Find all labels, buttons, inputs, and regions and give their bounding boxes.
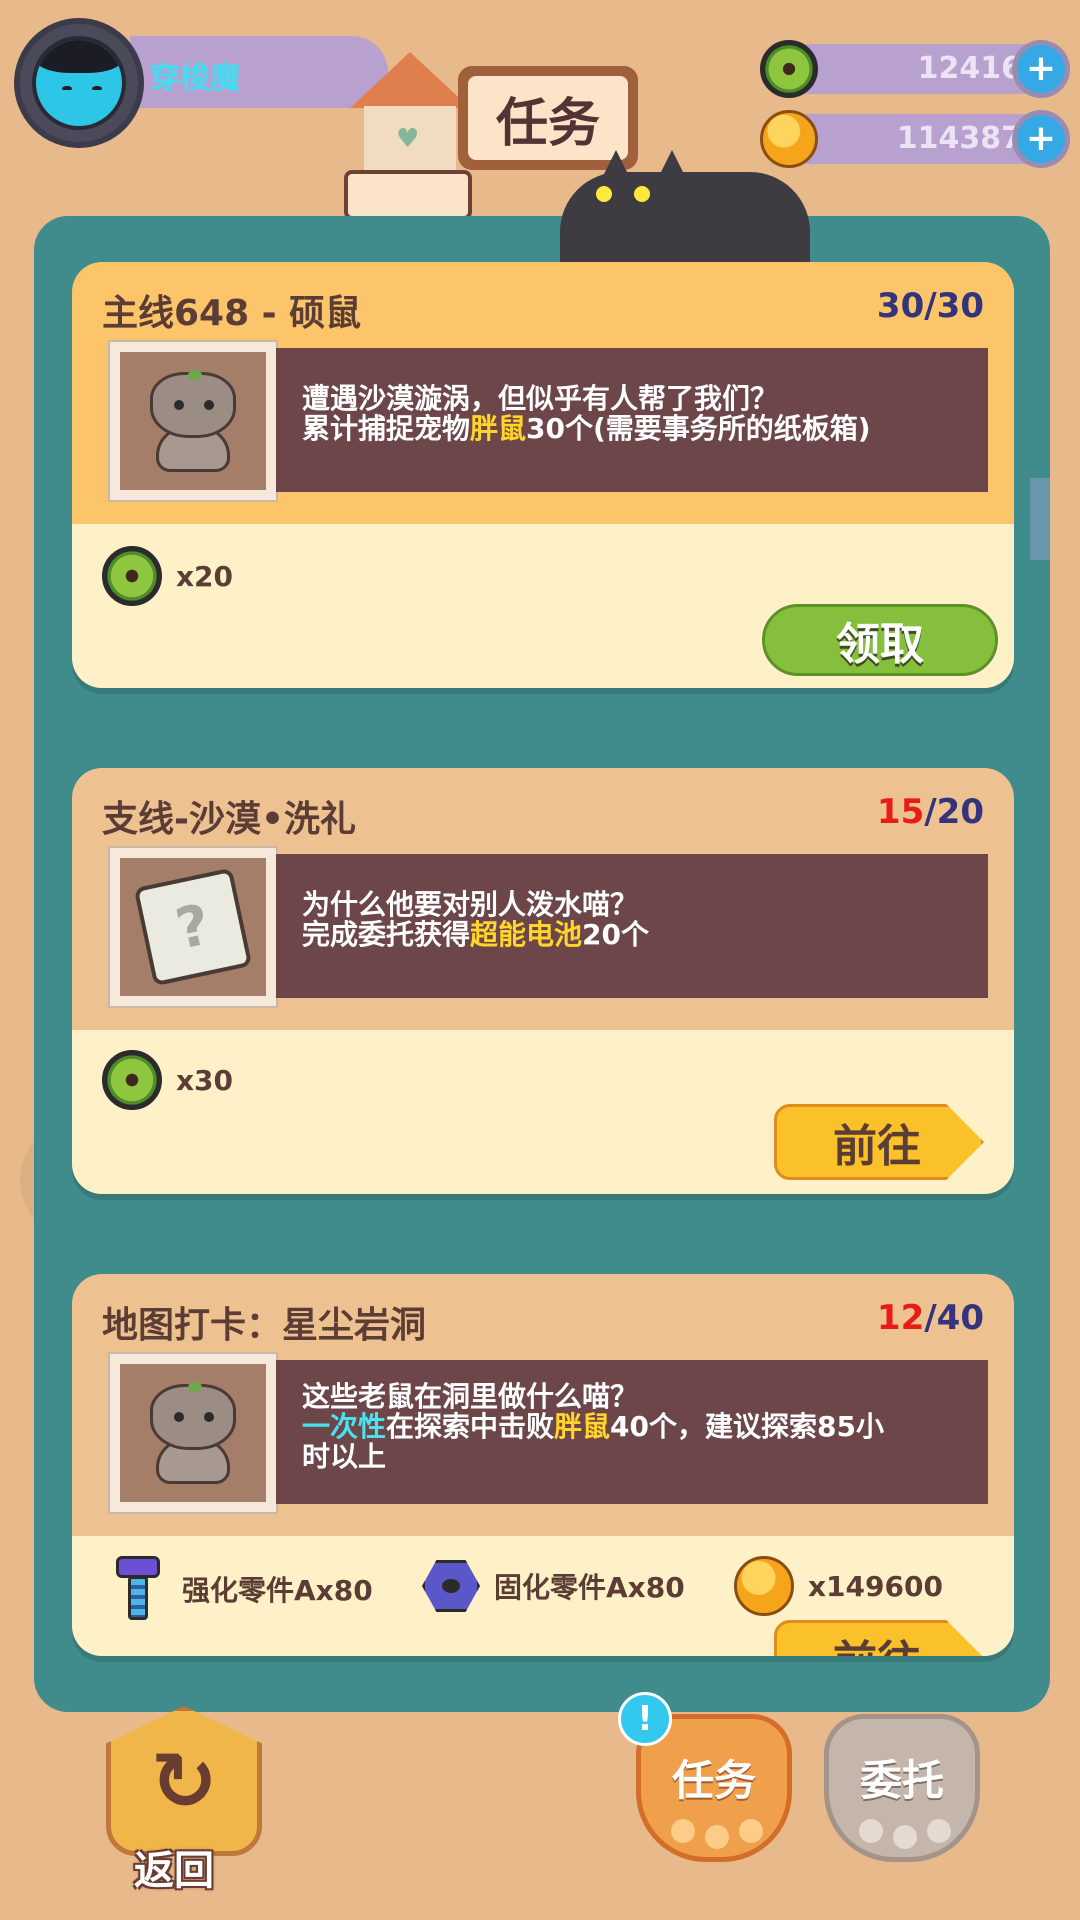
task-card-map: 地图打卡：星尘岩洞 12/40 这些老鼠在洞里做什么喵？ 一次性在探索中击败胖鼠… xyxy=(72,1274,1014,1656)
plus-icon: + xyxy=(1017,115,1065,163)
return-arrow-icon: ↻ xyxy=(150,1734,218,1828)
task-progress: 30/30 xyxy=(876,286,984,326)
task-reward-coins: x149600 xyxy=(734,1556,943,1616)
donut-currency-icon xyxy=(102,546,162,606)
nut-icon xyxy=(422,1560,480,1612)
task-photo xyxy=(108,340,278,502)
task-progress: 15/20 xyxy=(876,792,984,832)
task-reward-part-b: 固化零件Ax80 xyxy=(422,1560,685,1612)
claim-button[interactable]: 领取 xyxy=(762,604,998,676)
fat-mouse-cat-icon xyxy=(138,366,248,476)
page-title: 任务 xyxy=(468,76,628,160)
task-title: 支线-沙漠•洗礼 xyxy=(102,799,356,840)
add-donut-button[interactable]: + xyxy=(1012,40,1070,98)
task-description: 这些老鼠在洞里做什么喵？ 一次性在探索中击败胖鼠40个，建议探索85小 时以上 xyxy=(276,1360,988,1504)
donut-currency-icon xyxy=(760,40,818,98)
reward-amount: x20 xyxy=(176,559,234,593)
avatar-cat-face xyxy=(32,36,126,130)
back-button[interactable]: ↻ 返回 xyxy=(106,1706,262,1894)
task-card-main: 主线648 - 硕鼠 30/30 遭遇沙漠漩涡，但似乎有人帮了我们？ 累计捕捉宠… xyxy=(72,262,1014,688)
task-board[interactable]: 主线648 - 硕鼠 30/30 遭遇沙漠漩涡，但似乎有人帮了我们？ 累计捕捉宠… xyxy=(34,216,1050,1712)
go-button[interactable]: 前往 xyxy=(774,1104,984,1180)
house-decoration: ♥ xyxy=(350,52,470,176)
donut-currency: 12416 + xyxy=(760,40,1070,98)
task-title: 主线648 - 硕鼠 xyxy=(102,293,362,334)
task-reward: x20 xyxy=(102,546,233,606)
tab-commission-label: 委托 xyxy=(859,1756,944,1805)
task-photo: ? xyxy=(108,846,278,1008)
task-description: 为什么他要对别人泼水喵？ 完成委托获得超能电池20个 xyxy=(276,854,988,998)
task-progress: 12/40 xyxy=(876,1298,984,1338)
fat-mouse-cat-icon xyxy=(138,1378,248,1488)
player-name: 穿梭魔 xyxy=(150,61,240,96)
books-decoration xyxy=(344,170,472,220)
back-hex-frame: ↻ xyxy=(106,1706,262,1856)
black-cat-decoration xyxy=(560,150,820,262)
task-title: 地图打卡：星尘岩洞 xyxy=(102,1305,427,1346)
add-gold-coin-button[interactable]: + xyxy=(1012,110,1070,168)
back-label: 返回 xyxy=(134,1848,214,1894)
unknown-paper-icon: ? xyxy=(133,867,253,987)
task-description: 遭遇沙漠漩涡，但似乎有人帮了我们？ 累计捕捉宠物胖鼠30个(需要事务所的纸板箱) xyxy=(276,348,988,492)
task-reward: x30 xyxy=(102,1050,233,1110)
task-reward-part-a: 强化零件Ax80 xyxy=(108,1556,373,1622)
gold-coin-icon xyxy=(734,1556,794,1616)
plus-icon: + xyxy=(1017,45,1065,93)
gold-coin-value: 114387 xyxy=(896,121,1022,156)
task-photo xyxy=(108,1352,278,1514)
tab-tasks-label: 任务 xyxy=(671,1756,756,1805)
donut-currency-icon xyxy=(102,1050,162,1110)
task-card-side: 支线-沙漠•洗礼 15/20 ? 为什么他要对别人泼水喵？ 完成委托获得超能电池… xyxy=(72,768,1014,1194)
tab-commission[interactable]: 委托 xyxy=(824,1714,980,1862)
donut-currency-value: 12416 xyxy=(917,51,1022,86)
player-avatar[interactable] xyxy=(14,18,144,148)
go-button[interactable]: 前往 xyxy=(774,1620,984,1656)
bolt-icon xyxy=(108,1556,168,1622)
board-side-tab xyxy=(1030,478,1050,560)
reward-amount: x30 xyxy=(176,1063,234,1097)
notification-badge: ! xyxy=(618,1692,672,1746)
